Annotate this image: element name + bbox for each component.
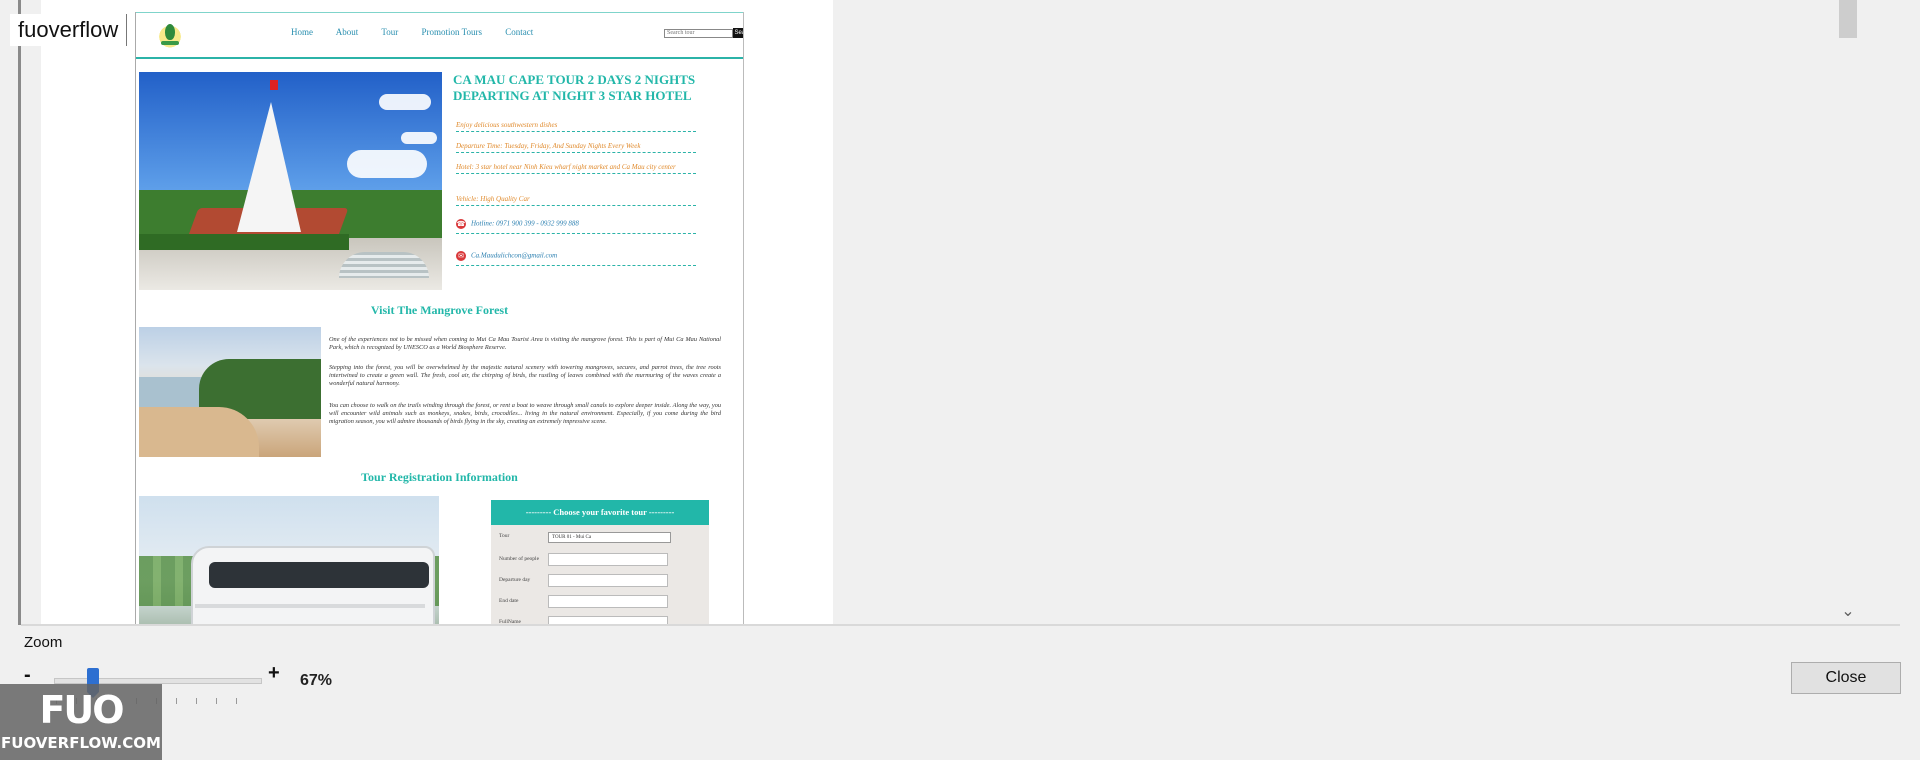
tour-email: ✉ Ca.Maudulichcon@gmail.com xyxy=(456,251,696,266)
scroll-down-icon[interactable]: ⌄ xyxy=(1841,601,1855,621)
phone-icon: ☎ xyxy=(456,219,466,229)
departure-input[interactable] xyxy=(548,574,668,587)
tour-bus-image xyxy=(139,496,439,625)
zoom-label: Zoom xyxy=(24,634,63,651)
close-button[interactable]: Close xyxy=(1791,662,1901,694)
fuoverflow-logo: FUO FUOVERFLOW.COM xyxy=(0,684,162,760)
nav-link-promotion-tours[interactable]: Promotion Tours xyxy=(421,27,481,37)
nav-link-contact[interactable]: Contact xyxy=(505,27,533,37)
ca-mau-cape-image xyxy=(139,72,442,290)
zoom-plus-label: + xyxy=(268,662,280,684)
tour-hotline: ☎ Hotline: 0971 900 399 - 0932 999 888 xyxy=(456,219,696,234)
page-navbar: Home About Tour Promotion Tours Contact … xyxy=(136,12,743,59)
tour-title: CA MAU CAPE TOUR 2 DAYS 2 NIGHTS DEPARTI… xyxy=(453,72,696,103)
mangrove-paragraph-3: You can choose to walk on the trails win… xyxy=(329,402,721,425)
nav-link-home[interactable]: Home xyxy=(291,27,313,37)
scrollbar-thumb[interactable] xyxy=(1839,0,1857,38)
fuo-logo-subtitle: FUOVERFLOW.COM xyxy=(1,734,161,752)
mangrove-paragraph-2: Stepping into the forest, you will be ov… xyxy=(329,364,721,387)
form-header: --------- Choose your favorite tour ----… xyxy=(491,500,709,525)
tour-info-dishes: Enjoy delicious southwestern dishes xyxy=(456,121,696,132)
end-date-input[interactable] xyxy=(548,595,668,608)
nav-link-about[interactable]: About xyxy=(336,27,359,37)
mail-icon: ✉ xyxy=(456,251,466,261)
search-button[interactable]: Search xyxy=(733,28,743,38)
nav-link-tour[interactable]: Tour xyxy=(381,27,398,37)
watermark-label: fuoverflow xyxy=(10,14,128,46)
search-input[interactable]: Search tour xyxy=(664,29,733,38)
mangrove-section-title: Visit The Mangrove Forest xyxy=(370,303,509,317)
tour-select[interactable]: TOUR 01 - Mui Ca xyxy=(548,532,671,543)
zoom-value: 67% xyxy=(300,672,333,689)
site-logo-icon xyxy=(154,19,186,51)
tour-registration-form: --------- Choose your favorite tour ----… xyxy=(491,500,709,625)
vertical-scrollbar[interactable]: ⌄ xyxy=(1836,0,1860,625)
window-left-border xyxy=(0,0,21,625)
people-label: Number of people xyxy=(499,556,540,562)
registration-section-title: Tour Registration Information xyxy=(361,470,518,484)
fuo-logo-mark: FUO xyxy=(39,688,124,732)
hotline-text: Hotline: 0971 900 399 - 0932 999 888 xyxy=(471,219,579,228)
mangrove-paragraph-1: One of the experiences not to be missed … xyxy=(329,336,721,351)
tour-info-vehicle: Vehicle: High Quality Car xyxy=(456,195,696,206)
tour-info-hotel: Hotel: 3 star hotel near Ninh Kieu wharf… xyxy=(456,163,696,174)
nav-links: Home About Tour Promotion Tours Contact xyxy=(291,27,554,37)
email-text[interactable]: Ca.Maudulichcon@gmail.com xyxy=(471,252,557,260)
viewport-divider xyxy=(21,624,1900,626)
end-date-label: End date xyxy=(499,598,519,604)
tour-label: Tour xyxy=(499,533,510,539)
mangrove-forest-image xyxy=(139,327,321,457)
people-input[interactable] xyxy=(548,553,668,566)
departure-label: Departure day xyxy=(499,577,531,583)
tour-info-departure: Departure Time: Tuesday, Friday, And Sun… xyxy=(456,142,696,153)
web-page-preview: Home About Tour Promotion Tours Contact … xyxy=(135,12,744,625)
preview-viewport[interactable]: Home About Tour Promotion Tours Contact … xyxy=(21,0,1880,625)
